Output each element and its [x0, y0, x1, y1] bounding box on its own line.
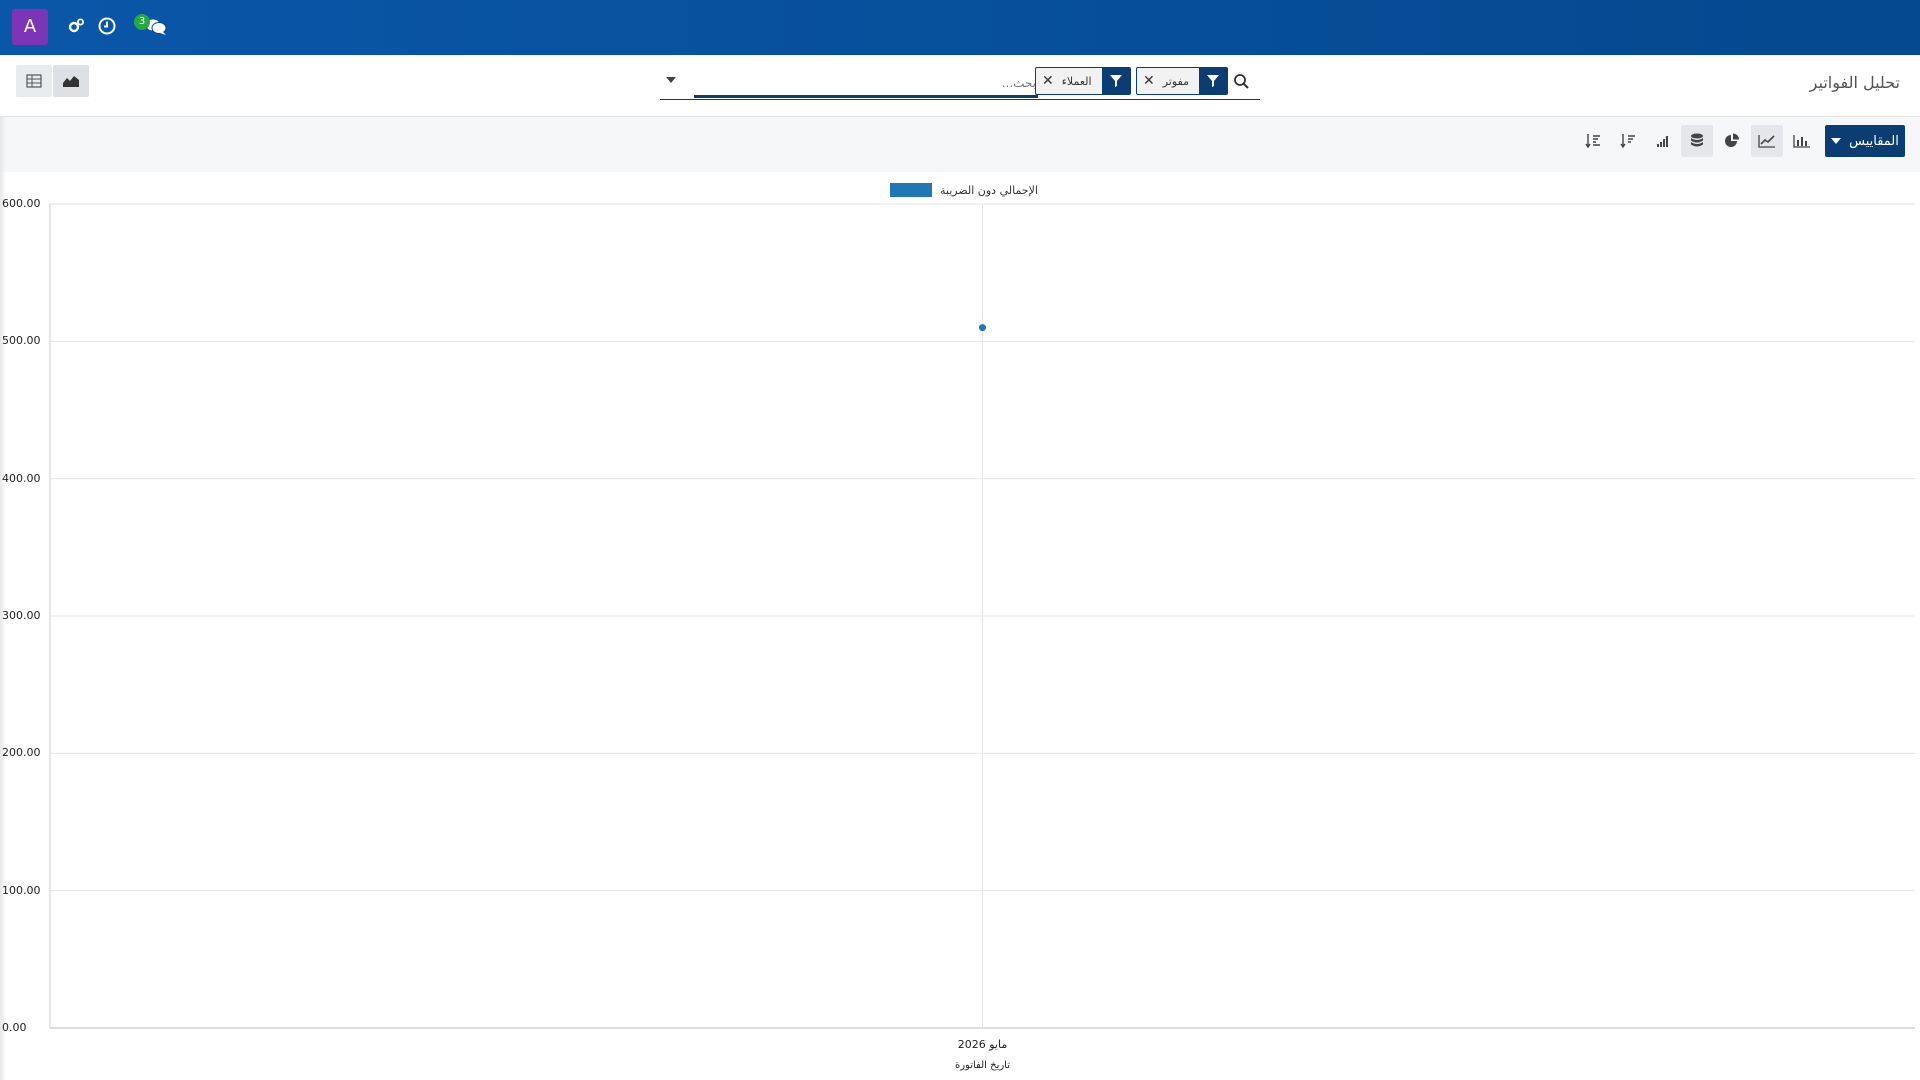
bar-chart-button[interactable] [1786, 125, 1818, 157]
line-chart: الإجمالي دون الضريبة تاريخ الفاتورة 0.00… [0, 172, 1920, 1080]
measures-dropdown-button[interactable]: المقاييس [1825, 125, 1905, 157]
y-tick-label: 300.00 [2, 609, 41, 622]
pivot-view-icon [26, 74, 42, 88]
data-point[interactable] [979, 324, 986, 332]
line-chart-icon [1758, 135, 1775, 148]
y-tick-label: 200.00 [2, 746, 41, 760]
y-tick-label: 0.00 [2, 1021, 27, 1034]
clock-icon[interactable] [97, 16, 117, 36]
database-stack-icon [1691, 133, 1703, 147]
facet-customers[interactable]: ✕ العملاء [1035, 67, 1131, 95]
sort-ascending-icon [1657, 136, 1668, 147]
sort-descending-icon [1620, 134, 1635, 149]
filter-icon [1101, 68, 1130, 94]
plot-area [49, 203, 1915, 1029]
settings-cogs-icon[interactable] [66, 16, 86, 36]
sort-amount-icon [1585, 134, 1600, 149]
user-avatar[interactable]: A [12, 9, 48, 45]
measures-label: المقاييس [1849, 133, 1899, 149]
pie-chart-button[interactable] [1716, 125, 1748, 157]
graph-toolbar: المقاييس [0, 117, 1920, 172]
y-tick-label: 100.00 [2, 883, 41, 897]
pivot-view-button[interactable] [16, 65, 52, 97]
x-tick-label: مايو 2026 [957, 1038, 1008, 1051]
stacked-button[interactable] [1681, 125, 1713, 157]
y-tick-label: 400.00 [2, 471, 41, 485]
facet-label: مفوتر [1162, 74, 1190, 88]
sort-descending-button[interactable] [1612, 125, 1644, 157]
chat-badge: 3 [134, 14, 150, 30]
sort-ascending-button[interactable] [1647, 125, 1679, 157]
y-tick-label: 600.00 [2, 197, 41, 210]
search-bar: ✕ العملاء ✕ مفوتر [660, 65, 1260, 100]
facet-label: العملاء [1061, 74, 1092, 88]
x-axis-label: تاريخ الفاتورة [954, 1060, 1011, 1071]
close-icon[interactable]: ✕ [1143, 73, 1155, 89]
facet-invoiced[interactable]: ✕ مفوتر [1136, 67, 1229, 95]
close-icon[interactable]: ✕ [1042, 73, 1054, 89]
bar-chart-icon [1793, 135, 1810, 148]
line-chart-button[interactable] [1751, 125, 1783, 157]
top-navbar: A 3 [0, 0, 1920, 55]
sort-amount-button[interactable] [1577, 125, 1609, 157]
caret-down-icon [1831, 138, 1842, 144]
pie-chart-icon [1725, 133, 1739, 147]
area-chart-icon [63, 76, 79, 87]
search-options-toggle[interactable] [666, 77, 676, 83]
search-input[interactable] [694, 71, 1038, 98]
control-panel: ✕ العملاء ✕ مفوتر تحليل الفواتير [0, 55, 1920, 117]
search-icon[interactable] [1232, 72, 1252, 92]
graph-view-button[interactable] [53, 65, 89, 97]
y-tick-label: 500.00 [2, 334, 41, 348]
filter-icon [1199, 68, 1228, 94]
page-title: تحليل الفواتير [1809, 73, 1900, 92]
